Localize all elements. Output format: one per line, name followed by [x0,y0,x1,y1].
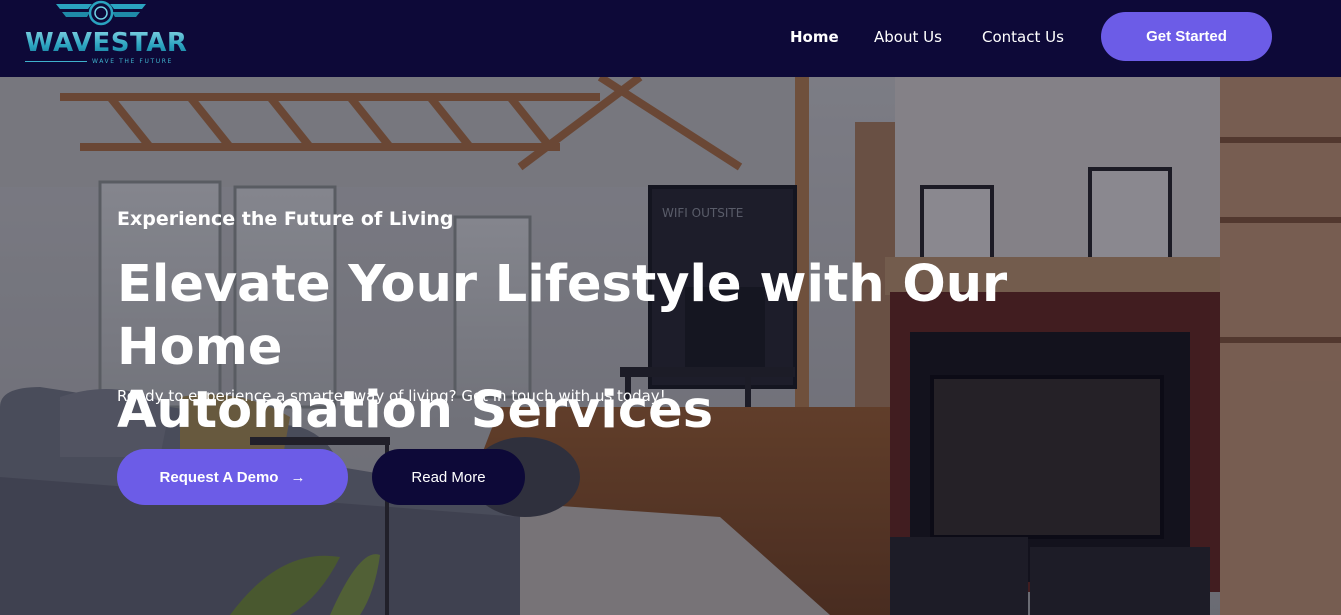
read-more-button[interactable]: Read More [372,449,525,505]
brand-logo[interactable]: WAVESTAR WAVE THE FUTURE [22,0,187,72]
hero-headline-line1: Elevate Your Lifestyle with Our Home [117,255,1008,377]
brand-name: WAVESTAR [25,28,188,58]
request-demo-button[interactable]: Request A Demo → [117,449,348,505]
arrow-right-icon: → [290,468,306,486]
get-started-button[interactable]: Get Started [1101,12,1272,61]
nav-about-us[interactable]: About Us [874,28,942,46]
nav-home[interactable]: Home [790,28,839,46]
hero-eyebrow: Experience the Future of Living [117,208,454,230]
site-header: WAVESTAR WAVE THE FUTURE Home About Us C… [0,0,1341,77]
request-demo-label: Request A Demo [159,468,279,486]
hero-headline: Elevate Your Lifestyle with Our Home Aut… [117,253,1127,442]
hero-section: WIFI OUTSITE Experience the Future of Li… [0,77,1341,615]
brand-tagline: WAVE THE FUTURE [92,58,173,65]
hero-subtitle: Ready to experience a smarter way of liv… [117,387,666,405]
logo-divider [25,61,87,62]
nav-contact-us[interactable]: Contact Us [982,28,1064,46]
